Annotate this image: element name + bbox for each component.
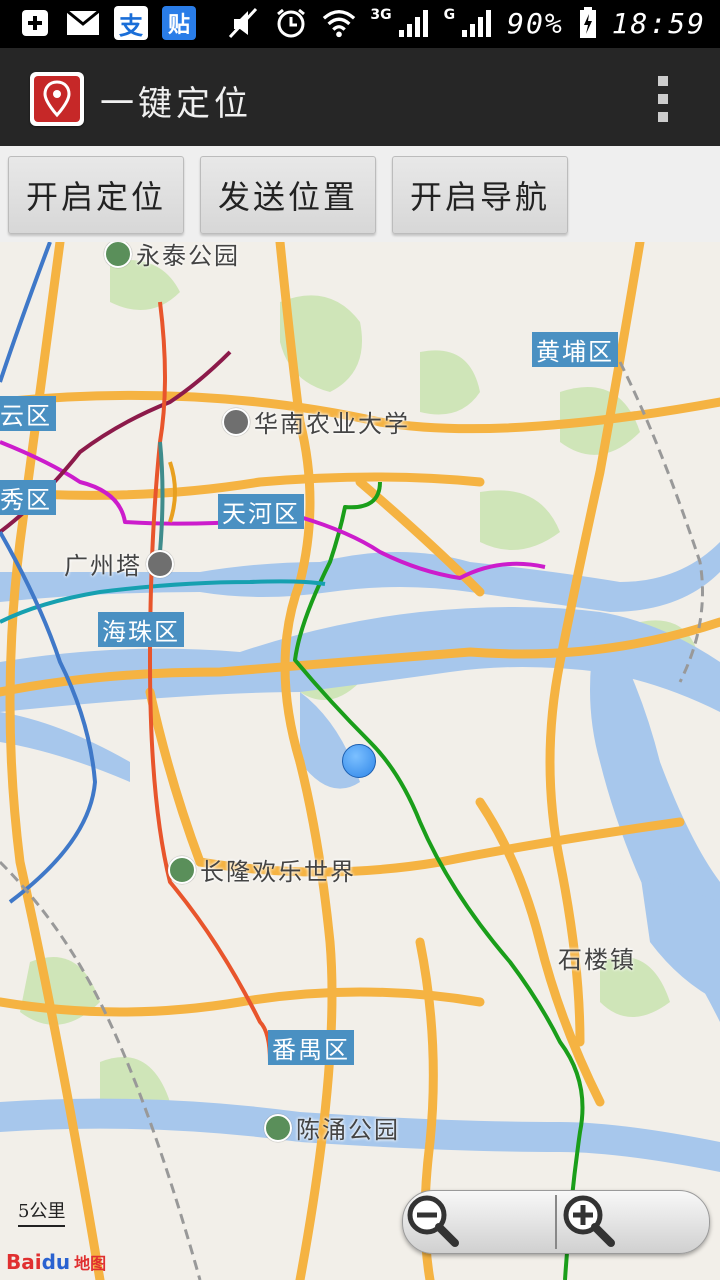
mail-icon — [66, 6, 100, 40]
zoom-in-icon — [563, 1195, 615, 1247]
toolbar: 开启定位 发送位置 开启导航 — [0, 146, 720, 242]
map-view[interactable]: 黄埔区 白云区 越秀区 天河区 海珠区 番禺区 永泰公园 华南农业大学 广州塔 … — [0, 242, 720, 1280]
poi-scau[interactable]: 华南农业大学 — [222, 404, 410, 439]
park-icon — [168, 855, 196, 884]
add-icon — [18, 6, 52, 40]
start-navigation-button[interactable]: 开启导航 — [392, 156, 568, 234]
district-label: 番禺区 — [268, 1030, 354, 1065]
poi-chimelong[interactable]: 长隆欢乐世界 — [168, 852, 356, 887]
clock: 18:59 — [611, 6, 706, 40]
zoom-control — [402, 1190, 710, 1254]
zoom-in-button[interactable] — [559, 1191, 709, 1253]
poi-canton-tower[interactable]: 广州塔 — [64, 546, 174, 581]
map-scale: 5公里 — [18, 1197, 66, 1227]
district-label: 海珠区 — [98, 612, 184, 647]
landmark-icon — [146, 549, 174, 578]
app-bar: 一键定位 — [0, 48, 720, 146]
district-label: 黄埔区 — [532, 332, 618, 367]
baidu-map-logo: Baidu 地图 — [6, 1250, 107, 1274]
network-type-g: G — [443, 7, 456, 23]
signal-icon — [396, 6, 430, 40]
signal-icon — [459, 6, 493, 40]
battery-charging-icon — [578, 6, 598, 40]
overflow-menu-icon[interactable] — [658, 76, 672, 122]
wifi-icon — [322, 6, 356, 40]
status-bar: 支 贴 3G G 90% 18:59 — [0, 0, 720, 48]
zoom-out-icon — [407, 1195, 459, 1247]
poi-yongtai-park[interactable]: 永泰公园 — [104, 242, 240, 271]
poi-chenyong-park[interactable]: 陈涌公园 — [264, 1110, 400, 1145]
current-location-marker[interactable] — [342, 744, 376, 778]
park-icon — [264, 1113, 292, 1142]
town-label: 石楼镇 — [558, 946, 636, 974]
university-icon — [222, 407, 250, 436]
alarm-icon — [274, 6, 308, 40]
park-icon — [104, 242, 132, 268]
mute-icon — [226, 6, 260, 40]
district-label: 天河区 — [218, 494, 304, 529]
tieba-icon: 贴 — [162, 6, 196, 40]
battery-percent: 90% — [507, 6, 564, 40]
location-pin-icon[interactable] — [30, 72, 84, 126]
send-location-button[interactable]: 发送位置 — [200, 156, 376, 234]
district-label: 越秀区 — [0, 480, 56, 515]
network-type-3g: 3G — [370, 7, 392, 23]
district-label: 白云区 — [0, 396, 56, 431]
alipay-icon: 支 — [114, 6, 148, 40]
zoom-out-button[interactable] — [403, 1191, 553, 1253]
app-title: 一键定位 — [100, 84, 252, 124]
start-location-button[interactable]: 开启定位 — [8, 156, 184, 234]
